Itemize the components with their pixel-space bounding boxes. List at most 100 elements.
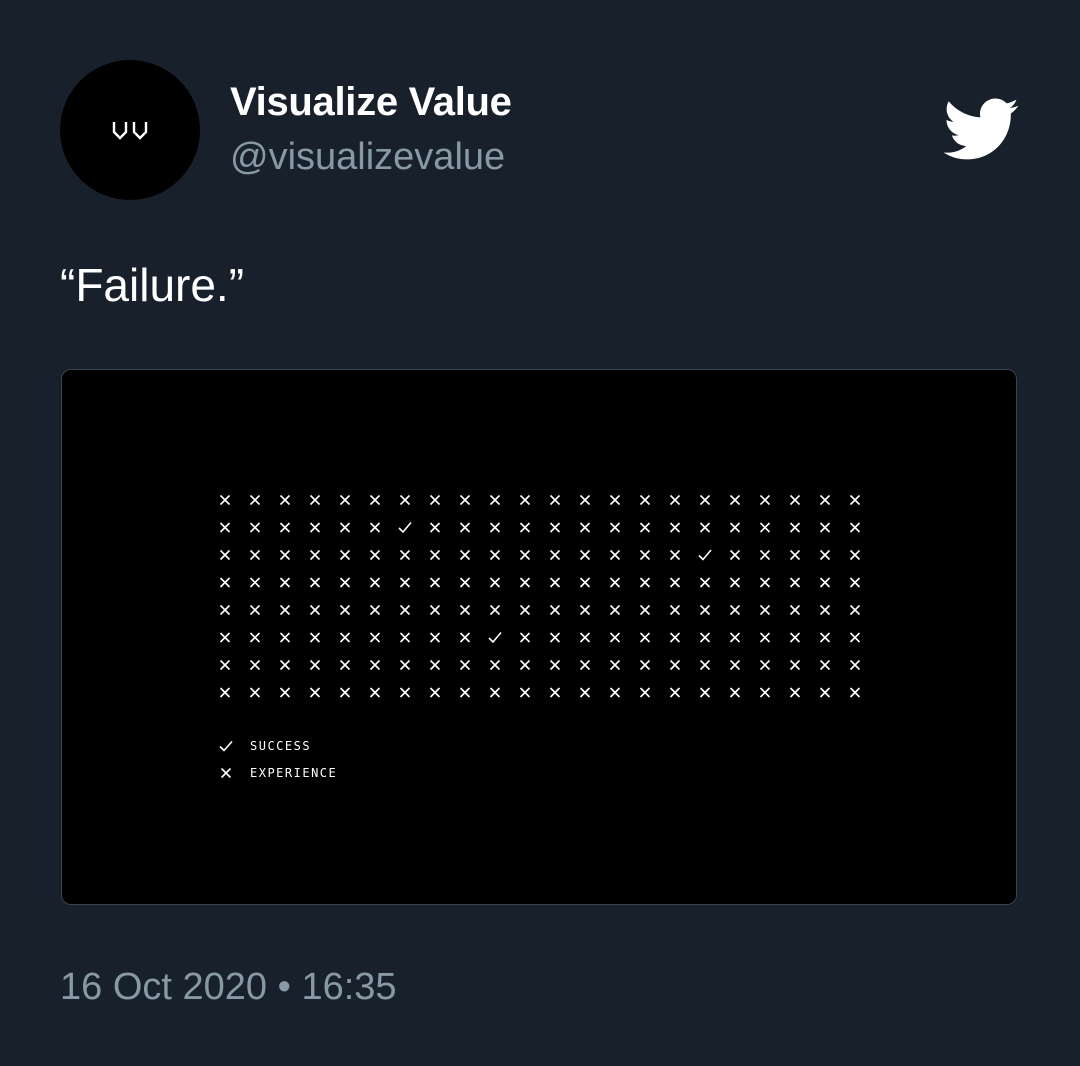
grid-mark-x <box>819 632 831 643</box>
grid-mark-x <box>669 659 681 671</box>
grid-mark-x <box>669 687 681 698</box>
grid-mark-x <box>729 687 741 698</box>
grid-mark-x <box>339 604 351 616</box>
grid-mark-x <box>489 549 501 561</box>
grid-mark-x <box>399 632 411 643</box>
grid-mark-x <box>789 604 801 616</box>
grid-mark-x <box>699 687 711 698</box>
grid-mark-x <box>489 604 501 616</box>
grid-mark-x <box>789 549 801 561</box>
grid-mark-x <box>309 549 321 561</box>
display-name[interactable]: Visualize Value <box>230 80 512 125</box>
tweet-timestamp[interactable]: 16 Oct 2020 • 16:35 <box>60 966 397 1009</box>
grid-mark-x <box>219 604 231 616</box>
grid-mark-x <box>489 522 501 533</box>
avatar[interactable] <box>60 60 200 200</box>
grid-mark-x <box>699 604 711 616</box>
grid-mark-x <box>219 577 231 588</box>
grid-mark-x <box>279 604 291 616</box>
grid-mark-x <box>759 577 771 588</box>
grid-mark-x <box>249 549 261 561</box>
legend-label: SUCCESS <box>250 739 312 753</box>
grid-mark-x <box>519 494 531 506</box>
tweet-text: “Failure.” <box>60 259 245 311</box>
grid-mark-x <box>639 632 651 643</box>
grid-mark-x <box>219 632 231 643</box>
grid-mark-x <box>279 549 291 561</box>
grid-mark-x <box>639 604 651 616</box>
grid-mark-x <box>369 549 381 561</box>
grid-mark-x <box>849 659 861 671</box>
grid-mark-x <box>519 659 531 671</box>
grid-mark-x <box>549 494 561 506</box>
grid-mark-x <box>819 604 831 616</box>
grid-mark-x <box>549 632 561 643</box>
grid-mark-x <box>699 632 711 643</box>
grid-mark-x <box>399 659 411 671</box>
grid-mark-x <box>729 632 741 643</box>
grid-mark-x <box>549 549 561 561</box>
grid-mark-x <box>759 687 771 698</box>
grid-mark-x <box>249 632 261 643</box>
grid-mark-x <box>849 632 861 643</box>
grid-mark-x <box>639 659 651 671</box>
grid-mark-x <box>549 604 561 616</box>
grid-mark-x <box>579 604 591 616</box>
user-handle[interactable]: @visualizevalue <box>230 136 505 179</box>
grid-mark-x <box>609 659 621 671</box>
legend-item-experience: EXPERIENCE <box>218 763 337 783</box>
grid-mark-x <box>249 522 261 533</box>
vv-logo-icon <box>112 122 148 140</box>
grid-mark-x <box>669 632 681 643</box>
grid-mark-x <box>459 687 471 698</box>
grid-mark-x <box>399 549 411 561</box>
grid-mark-x <box>759 659 771 671</box>
grid-mark-x <box>819 659 831 671</box>
grid-mark-x <box>459 494 471 506</box>
grid-mark-x <box>309 494 321 506</box>
grid-mark-x <box>459 549 471 561</box>
grid-mark-x <box>489 687 501 698</box>
grid-mark-x <box>489 659 501 671</box>
grid-mark-x <box>849 577 861 588</box>
grid-mark-x <box>429 632 441 643</box>
grid-mark-x <box>549 687 561 698</box>
grid-mark-x <box>219 522 231 533</box>
cross-icon <box>220 767 232 779</box>
grid-mark-x <box>459 577 471 588</box>
grid-mark-x <box>579 494 591 506</box>
grid-mark-x <box>369 659 381 671</box>
grid-mark-x <box>759 549 771 561</box>
grid-mark-x <box>519 604 531 616</box>
grid-mark-x <box>639 549 651 561</box>
twitter-bird-icon[interactable] <box>940 96 1020 162</box>
grid-mark-check <box>398 521 412 534</box>
grid-mark-x <box>759 632 771 643</box>
grid-mark-x <box>369 522 381 533</box>
grid-mark-x <box>309 659 321 671</box>
grid-mark-x <box>609 549 621 561</box>
grid-mark-x <box>309 687 321 698</box>
grid-mark-x <box>369 687 381 698</box>
grid-mark-x <box>339 549 351 561</box>
grid-mark-x <box>339 632 351 643</box>
grid-mark-x <box>609 577 621 588</box>
grid-mark-x <box>399 577 411 588</box>
grid-mark-x <box>609 687 621 698</box>
grid-mark-x <box>459 604 471 616</box>
grid-mark-x <box>399 494 411 506</box>
grid-mark-x <box>279 577 291 588</box>
grid-mark-x <box>729 549 741 561</box>
grid-mark-x <box>309 577 321 588</box>
grid-mark-x <box>219 549 231 561</box>
grid-mark-x <box>219 687 231 698</box>
grid-mark-x <box>669 494 681 506</box>
grid-mark-x <box>609 632 621 643</box>
grid-mark-x <box>669 549 681 561</box>
tweet-media[interactable]: SUCCESS EXPERIENCE <box>61 369 1017 905</box>
grid-mark-x <box>279 522 291 533</box>
grid-mark-x <box>579 659 591 671</box>
grid-mark-x <box>369 604 381 616</box>
legend-item-success: SUCCESS <box>218 736 311 756</box>
grid-mark-x <box>459 632 471 643</box>
